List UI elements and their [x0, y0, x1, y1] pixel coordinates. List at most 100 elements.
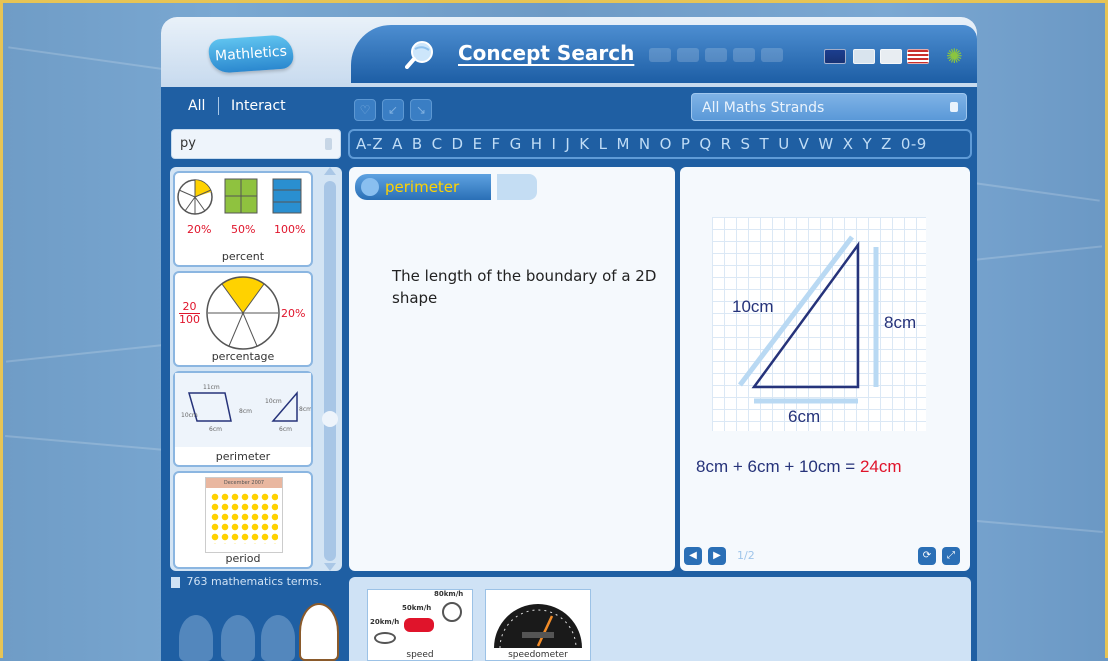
nav-bar: All Interact ♡ ↙ ↘ All Maths Strands	[161, 87, 977, 123]
clear-search-icon[interactable]	[325, 138, 332, 150]
alpha-letter[interactable]: Z	[881, 135, 892, 153]
motorbike-icon	[442, 602, 462, 622]
alpha-letter[interactable]: I	[551, 135, 556, 153]
term-card-label: perimeter	[215, 450, 271, 463]
alpha-letter[interactable]: B	[412, 135, 423, 153]
equation-result: 24cm	[859, 457, 902, 476]
magnifier-globe-icon	[405, 41, 433, 69]
alpha-letter[interactable]: O	[660, 135, 672, 153]
back-arrow-button[interactable]: ↙	[382, 99, 404, 121]
uk-flag-icon[interactable]	[853, 49, 875, 64]
favourite-heart-button[interactable]: ♡	[354, 99, 376, 121]
alpha-letter[interactable]: R	[721, 135, 732, 153]
alpha-letter[interactable]: N	[639, 135, 651, 153]
avatar-3[interactable]: 3	[261, 615, 295, 661]
calendar-icon: December 2007	[205, 477, 283, 553]
avatar-4[interactable]: 4	[299, 603, 339, 661]
avatar-1[interactable]: 1	[179, 615, 213, 661]
replay-button[interactable]: ⟳	[918, 547, 936, 565]
gear-icon[interactable]: ✺	[946, 46, 963, 66]
percentage-value: 20%	[281, 307, 306, 320]
related-term-speedometer[interactable]: speedometer	[485, 589, 591, 661]
alpha-letter[interactable]: U	[778, 135, 789, 153]
mini-label: 6cm	[209, 426, 222, 433]
previous-page-button[interactable]: ◀	[684, 547, 702, 565]
related-term-speed[interactable]: 20km/h 50km/h 80km/h speed	[367, 589, 473, 661]
alpha-letter[interactable]: C	[432, 135, 443, 153]
selected-term: perimeter	[385, 178, 460, 196]
term-count-text: 763 mathematics terms.	[186, 575, 322, 588]
tab-all[interactable]: All	[188, 98, 205, 114]
alpha-letter[interactable]: Q	[699, 135, 711, 153]
car-icon	[404, 618, 434, 632]
term-card-percent[interactable]: 20% 50% 100% percent	[173, 171, 313, 267]
tab-interact[interactable]: Interact	[231, 98, 286, 114]
definition-text: The length of the boundary of a 2D shape	[392, 267, 657, 307]
perimeter-shapes-illustration: 11cm 10cm 6cm 10cm 8cm 8cm 6cm	[175, 373, 312, 447]
search-input[interactable]: py	[171, 129, 341, 159]
term-card-perimeter[interactable]: 11cm 10cm 6cm 10cm 8cm 8cm 6cm perimeter	[173, 371, 313, 467]
alpha-letter[interactable]: G	[510, 135, 522, 153]
speaker-icon[interactable]	[497, 174, 537, 200]
percent-value: 20%	[187, 223, 212, 236]
forward-arrow-button[interactable]: ↘	[410, 99, 432, 121]
expand-button[interactable]: ⤢	[942, 547, 960, 565]
avatar-2[interactable]: 2	[221, 615, 255, 661]
alpha-letter[interactable]: S	[741, 135, 751, 153]
mini-label: 6cm	[279, 426, 292, 433]
related-terms: 20km/h 50km/h 80km/h speed speedometer	[349, 577, 971, 661]
alpha-letter[interactable]: P	[681, 135, 691, 153]
alpha-letter[interactable]: J	[565, 135, 570, 153]
canada-flag-icon[interactable]	[880, 49, 902, 64]
alpha-letter[interactable]: T	[760, 135, 770, 153]
term-list-scrollbar[interactable]	[324, 181, 336, 561]
heart-icon[interactable]	[361, 178, 379, 196]
alpha-letter[interactable]: 0-9	[901, 135, 927, 153]
mini-label: 10cm	[265, 398, 282, 405]
scroll-up-arrow-icon[interactable]	[324, 167, 336, 175]
alpha-letter[interactable]: L	[599, 135, 608, 153]
alpha-letter[interactable]: K	[579, 135, 589, 153]
next-page-button[interactable]: ▶	[708, 547, 726, 565]
calendar-days	[210, 492, 278, 544]
alpha-letter[interactable]: E	[473, 135, 483, 153]
alpha-letter[interactable]: W	[818, 135, 833, 153]
fraction-denominator: 100	[179, 313, 200, 326]
alpha-letter[interactable]: X	[843, 135, 854, 153]
mathletics-logo[interactable]: Mathletics	[207, 34, 295, 74]
speed-value: 20km/h	[370, 618, 400, 626]
alpha-letter[interactable]: D	[452, 135, 464, 153]
mini-label: 10cm	[181, 412, 198, 419]
hypotenuse-label: 10cm	[732, 297, 774, 316]
height-label: 8cm	[884, 313, 917, 332]
term-card-percentage[interactable]: 20 100 20% percentage	[173, 271, 313, 367]
alpha-letter[interactable]: A	[392, 135, 403, 153]
alpha-letter[interactable]: M	[616, 135, 629, 153]
term-card-period[interactable]: December 2007 period	[173, 471, 313, 569]
base-label: 6cm	[788, 407, 821, 426]
illustration-panel: 10cm 8cm 6cm 8cm + 6cm + 10cm = 24cm ◀ ▶…	[680, 167, 970, 571]
usa-flag-icon[interactable]	[907, 49, 929, 64]
perimeter-diagram: 10cm 8cm 6cm	[712, 217, 926, 431]
scrollbar-thumb[interactable]	[322, 411, 338, 427]
equation-terms: 8cm + 6cm + 10cm =	[696, 457, 856, 476]
alpha-letter[interactable]: H	[531, 135, 543, 153]
alpha-letter[interactable]: F	[492, 135, 501, 153]
scroll-down-arrow-icon[interactable]	[324, 563, 336, 571]
avatar-picker: 1 2 3 4	[171, 591, 341, 661]
mini-label: 8cm	[299, 406, 311, 413]
alpha-letter[interactable]: V	[799, 135, 810, 153]
page-indicator: 1/2	[737, 549, 755, 562]
alpha-letter[interactable]: Y	[862, 135, 872, 153]
strand-select-value: All Maths Strands	[702, 100, 825, 116]
australia-flag-icon[interactable]	[824, 49, 846, 64]
speed-value: 80km/h	[434, 590, 464, 598]
related-term-label: speed	[406, 650, 434, 660]
term-count: 763 mathematics terms.	[171, 575, 322, 588]
fraction-numerator: 20	[182, 300, 197, 313]
alpha-letter[interactable]: A-Z	[356, 135, 383, 153]
strand-select[interactable]: All Maths Strands	[691, 93, 967, 121]
alphabet-bar: A-Z A B C D E F G H I J K L M N O P Q R …	[348, 129, 972, 159]
related-term-label: speedometer	[508, 650, 568, 660]
percent-value: 50%	[231, 223, 256, 236]
